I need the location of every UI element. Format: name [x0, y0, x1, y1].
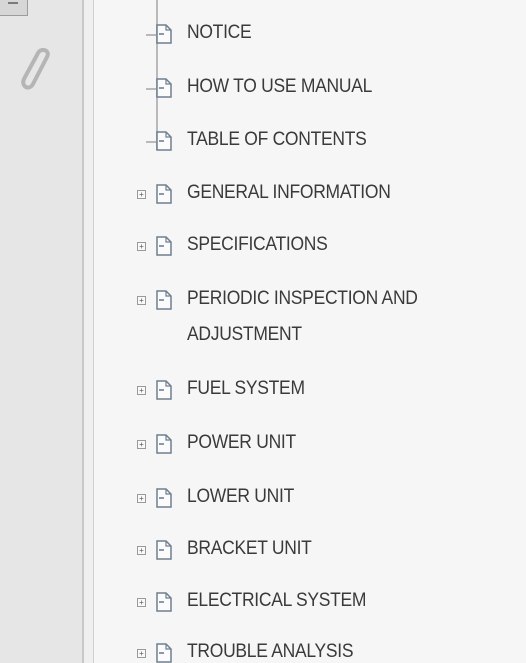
bookmark-label: ELECTRICAL SYSTEM [187, 590, 367, 611]
bookmark-label: TROUBLE ANALYSIS [187, 641, 354, 662]
bookmark-page-icon [156, 592, 172, 612]
expand-toggle-icon[interactable]: + [137, 440, 146, 449]
bookmark-label: GENERAL INFORMATION [187, 182, 391, 203]
side-tool-rail [0, 0, 84, 663]
collapse-tab-icon[interactable] [0, 0, 28, 16]
bookmark-page-icon [156, 290, 172, 310]
bookmark-label: HOW TO USE MANUAL [187, 76, 373, 97]
bookmark-label: LOWER UNIT [187, 486, 294, 507]
bookmark-page-icon [156, 24, 172, 44]
paperclip-icon[interactable] [16, 44, 56, 94]
bookmark-label: NOTICE [187, 22, 252, 43]
bookmark-page-icon [156, 184, 172, 204]
bookmark-page-icon [156, 540, 172, 560]
tree-branch-line [146, 88, 156, 90]
bookmark-page-icon [156, 236, 172, 256]
pdf-viewer-navigation-pane: NOTICE HOW TO USE MANUAL TABLE OF CONTENTS… [0, 0, 526, 663]
expand-toggle-icon[interactable]: + [137, 494, 146, 503]
expand-toggle-icon[interactable]: + [137, 242, 146, 251]
expand-toggle-icon[interactable]: + [137, 386, 146, 395]
bookmark-page-icon [156, 131, 172, 151]
bookmark-page-icon [156, 380, 172, 400]
tree-branch-line [146, 34, 156, 36]
expand-toggle-icon[interactable]: + [137, 649, 146, 658]
bookmark-label: TABLE OF CONTENTS [187, 129, 367, 150]
bookmark-label: FUEL SYSTEM [187, 378, 305, 399]
expand-toggle-icon[interactable]: + [137, 296, 146, 305]
tree-branch-line [146, 141, 156, 143]
bookmark-label: SPECIFICATIONS [187, 234, 328, 255]
bookmark-label: PERIODIC INSPECTION AND ADJUSTMENT [187, 288, 418, 345]
bookmarks-tree: NOTICE HOW TO USE MANUAL TABLE OF CONTENTS… [94, 0, 526, 663]
expand-toggle-icon[interactable]: + [137, 546, 146, 555]
expand-toggle-icon[interactable]: + [137, 598, 146, 607]
bookmark-page-icon [156, 78, 172, 98]
bookmark-page-icon [156, 643, 172, 663]
bookmark-label: POWER UNIT [187, 432, 296, 453]
bookmark-page-icon [156, 488, 172, 508]
expand-toggle-icon[interactable]: + [137, 190, 146, 199]
tree-connector-line [156, 0, 158, 150]
bookmark-page-icon [156, 434, 172, 454]
bookmark-label: BRACKET UNIT [187, 538, 312, 559]
collapse-tab-mark [8, 2, 18, 10]
pane-divider[interactable] [84, 0, 94, 663]
